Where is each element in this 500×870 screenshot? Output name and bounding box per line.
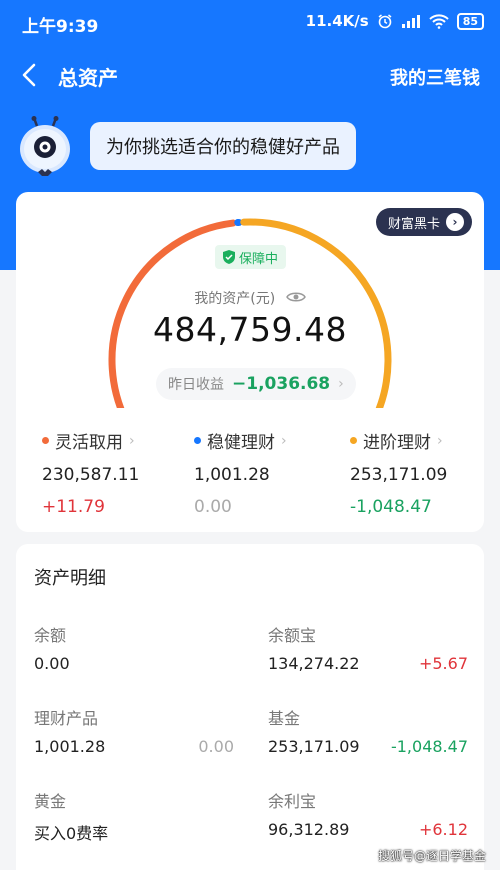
category-change: 0.00: [194, 497, 232, 517]
detail-amount: 买入0费率: [34, 824, 109, 843]
detail-name: 余利宝: [268, 792, 317, 811]
detail-amount: 134,274.22: [268, 654, 360, 673]
chevron-right-icon: ›: [446, 213, 464, 231]
category-dot: [42, 437, 49, 444]
category-header: 灵活取用 ›: [42, 428, 176, 453]
total-assets-card: 财富黑卡 › 保障中 我的资产(元) 484,759.48 昨日收益 −1,03…: [16, 192, 484, 532]
category-label: 灵活取用: [55, 433, 123, 453]
my-three-money-link[interactable]: 我的三笔钱: [390, 64, 480, 90]
detail-amount: 96,312.89: [268, 820, 350, 839]
detail-change: -1,048.47: [390, 737, 468, 756]
yesterday-earnings-value: −1,036.68: [232, 374, 331, 394]
detail-item-fund[interactable]: 基金 253,171.09 -1,048.47: [250, 705, 484, 775]
status-time: 上午9:39: [22, 17, 99, 37]
category-header: 进阶理财 ›: [350, 428, 484, 453]
wifi-icon: [428, 13, 449, 29]
category-amount: 1,001.28: [194, 465, 270, 485]
detail-row: 理财产品 1,001.28 0.00 基金 253,171.09 -1,048.…: [16, 705, 484, 775]
page-title: 总资产: [58, 66, 118, 90]
chevron-right-icon: ›: [129, 432, 135, 449]
category-dot: [350, 437, 357, 444]
asset-details-card: 资产明细 余额 0.00 余额宝 134,274.22 +5.67 理财产品 1…: [16, 544, 484, 870]
network-speed: 11.4K/s: [305, 12, 369, 30]
chevron-right-icon: ›: [281, 432, 287, 449]
back-button[interactable]: [14, 60, 44, 90]
nav-bar: 总资产 我的三笔钱: [0, 54, 500, 98]
category-change: +11.79: [42, 497, 105, 517]
black-card-button[interactable]: 财富黑卡 ›: [375, 208, 472, 236]
shield-check-icon: [223, 250, 235, 264]
detail-change: +5.67: [418, 654, 468, 673]
category-amount: 230,587.11: [42, 465, 140, 485]
category-dot: [194, 437, 201, 444]
detail-amount: 0.00: [34, 654, 70, 673]
status-bar: 上午9:39 11.4K/s 85: [0, 0, 500, 44]
black-card-label: 财富黑卡: [387, 216, 440, 232]
detail-item-gold[interactable]: 黄金 买入0费率: [16, 788, 250, 858]
detail-amount: 1,001.28: [34, 737, 106, 756]
my-assets-label-row: 我的资产(元): [16, 288, 484, 308]
protection-badge[interactable]: 保障中: [215, 245, 287, 269]
suggestion-bubble[interactable]: 为你挑选适合你的稳健好产品: [90, 122, 356, 170]
detail-name: 理财产品: [34, 709, 99, 728]
detail-name: 黄金: [34, 792, 67, 811]
category-advanced[interactable]: 进阶理财 › 253,171.09 -1,048.47: [328, 428, 484, 517]
category-header: 稳健理财 ›: [194, 428, 328, 453]
chevron-left-icon: [22, 63, 36, 87]
yesterday-earnings-label: 昨日收益: [168, 377, 224, 393]
eye-icon[interactable]: [285, 290, 306, 308]
my-assets-label: 我的资产(元): [194, 291, 276, 307]
battery-indicator: 85: [456, 12, 484, 30]
detail-change: 0.00: [198, 737, 234, 756]
signal-icon: [401, 13, 421, 29]
category-stable[interactable]: 稳健理财 › 1,001.28 0.00: [176, 428, 328, 517]
watermark: 搜狐号@逐日学基金: [377, 849, 486, 863]
detail-name: 基金: [268, 709, 301, 728]
category-change: -1,048.47: [350, 497, 432, 517]
chevron-right-icon: ›: [338, 376, 344, 392]
detail-change: +6.12: [418, 820, 468, 839]
chevron-right-icon: ›: [437, 432, 443, 449]
detail-name: 余额宝: [268, 626, 317, 645]
detail-item-wealth-products[interactable]: 理财产品 1,001.28 0.00: [16, 705, 250, 775]
detail-item-yuebao[interactable]: 余额宝 134,274.22 +5.67: [250, 622, 484, 692]
detail-amount: 253,171.09: [268, 737, 360, 756]
category-label: 稳健理财: [207, 433, 275, 453]
detail-name: 余额: [34, 626, 67, 645]
mascot-avatar[interactable]: [16, 116, 74, 178]
protection-label: 保障中: [239, 251, 279, 267]
detail-row: 余额 0.00 余额宝 134,274.22 +5.67: [16, 622, 484, 692]
asset-details-title: 资产明细: [34, 568, 106, 589]
category-label: 进阶理财: [363, 433, 431, 453]
alarm-icon: [377, 13, 393, 29]
yesterday-earnings-pill[interactable]: 昨日收益 −1,036.68 ›: [156, 368, 356, 400]
total-assets-value: 484,759.48: [153, 310, 347, 349]
detail-item-balance[interactable]: 余额 0.00: [16, 622, 250, 692]
category-amount: 253,171.09: [350, 465, 448, 485]
category-flexible[interactable]: 灵活取用 › 230,587.11 +11.79: [16, 428, 176, 517]
category-row: 灵活取用 › 230,587.11 +11.79 稳健理财 › 1,001.28…: [16, 428, 484, 517]
status-icons: 11.4K/s 85: [306, 12, 484, 30]
